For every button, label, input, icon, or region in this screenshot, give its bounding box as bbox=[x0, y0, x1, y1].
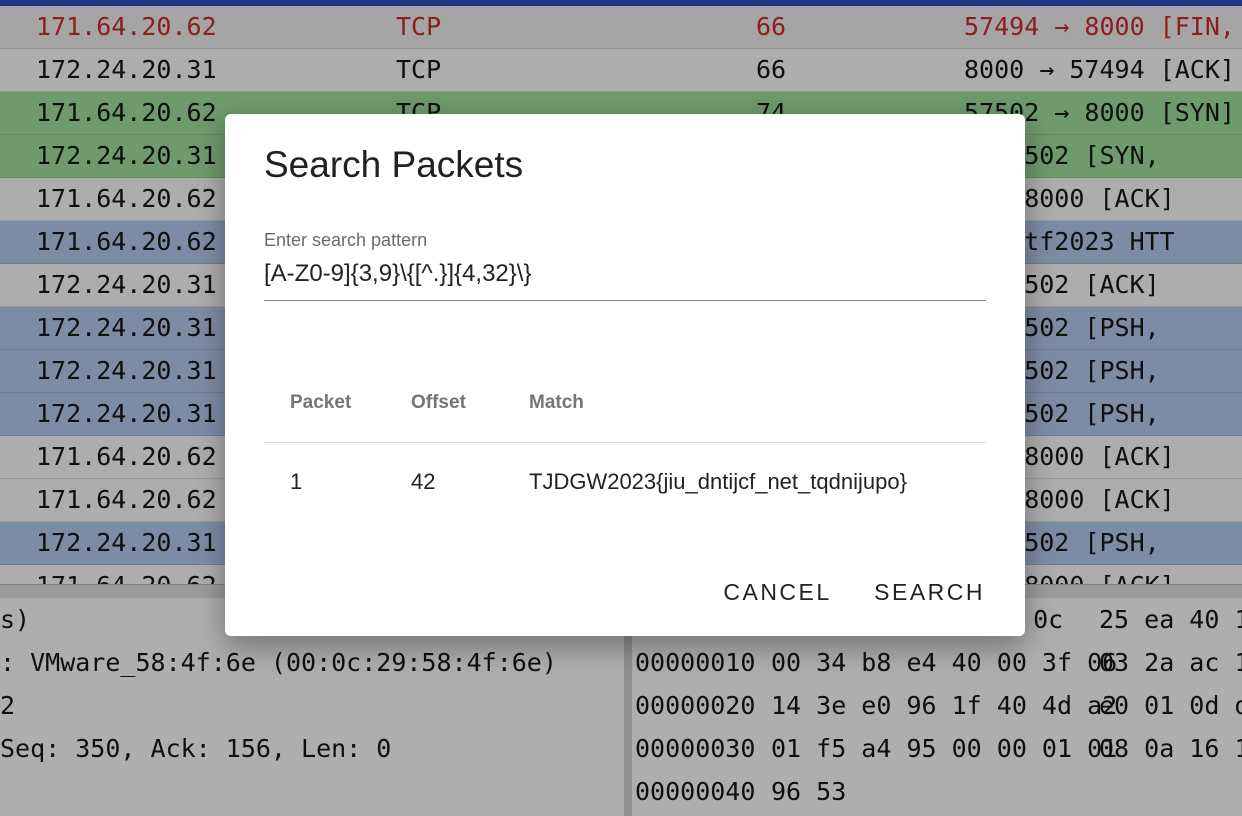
result-match-cell: TJDGW2023{jiu_dntijcf_net_tqdnijupo} bbox=[529, 469, 907, 494]
column-header-offset[interactable]: Offset bbox=[411, 392, 466, 414]
dialog-title: Search Packets bbox=[264, 144, 524, 185]
search-results-table: Packet Offset Match 1 42 TJDGW2023{jiu_d… bbox=[264, 372, 986, 519]
search-packets-dialog: Search Packets Enter search pattern Pack… bbox=[225, 114, 1025, 636]
result-offset-cell: 42 bbox=[411, 469, 436, 494]
column-header-packet[interactable]: Packet bbox=[290, 392, 351, 414]
table-row[interactable]: 1 42 TJDGW2023{jiu_dntijcf_net_tqdnijupo… bbox=[264, 443, 986, 519]
search-pattern-label: Enter search pattern bbox=[264, 230, 428, 250]
dialog-actions: CANCEL SEARCH bbox=[685, 579, 985, 606]
cancel-button[interactable]: CANCEL bbox=[723, 579, 831, 606]
search-pattern-field: Enter search pattern bbox=[264, 228, 986, 301]
search-pattern-input[interactable] bbox=[264, 254, 986, 294]
result-packet-cell: 1 bbox=[290, 469, 303, 494]
search-button[interactable]: SEARCH bbox=[874, 579, 985, 606]
column-header-match[interactable]: Match bbox=[529, 392, 584, 414]
results-header-row: Packet Offset Match bbox=[264, 372, 986, 443]
